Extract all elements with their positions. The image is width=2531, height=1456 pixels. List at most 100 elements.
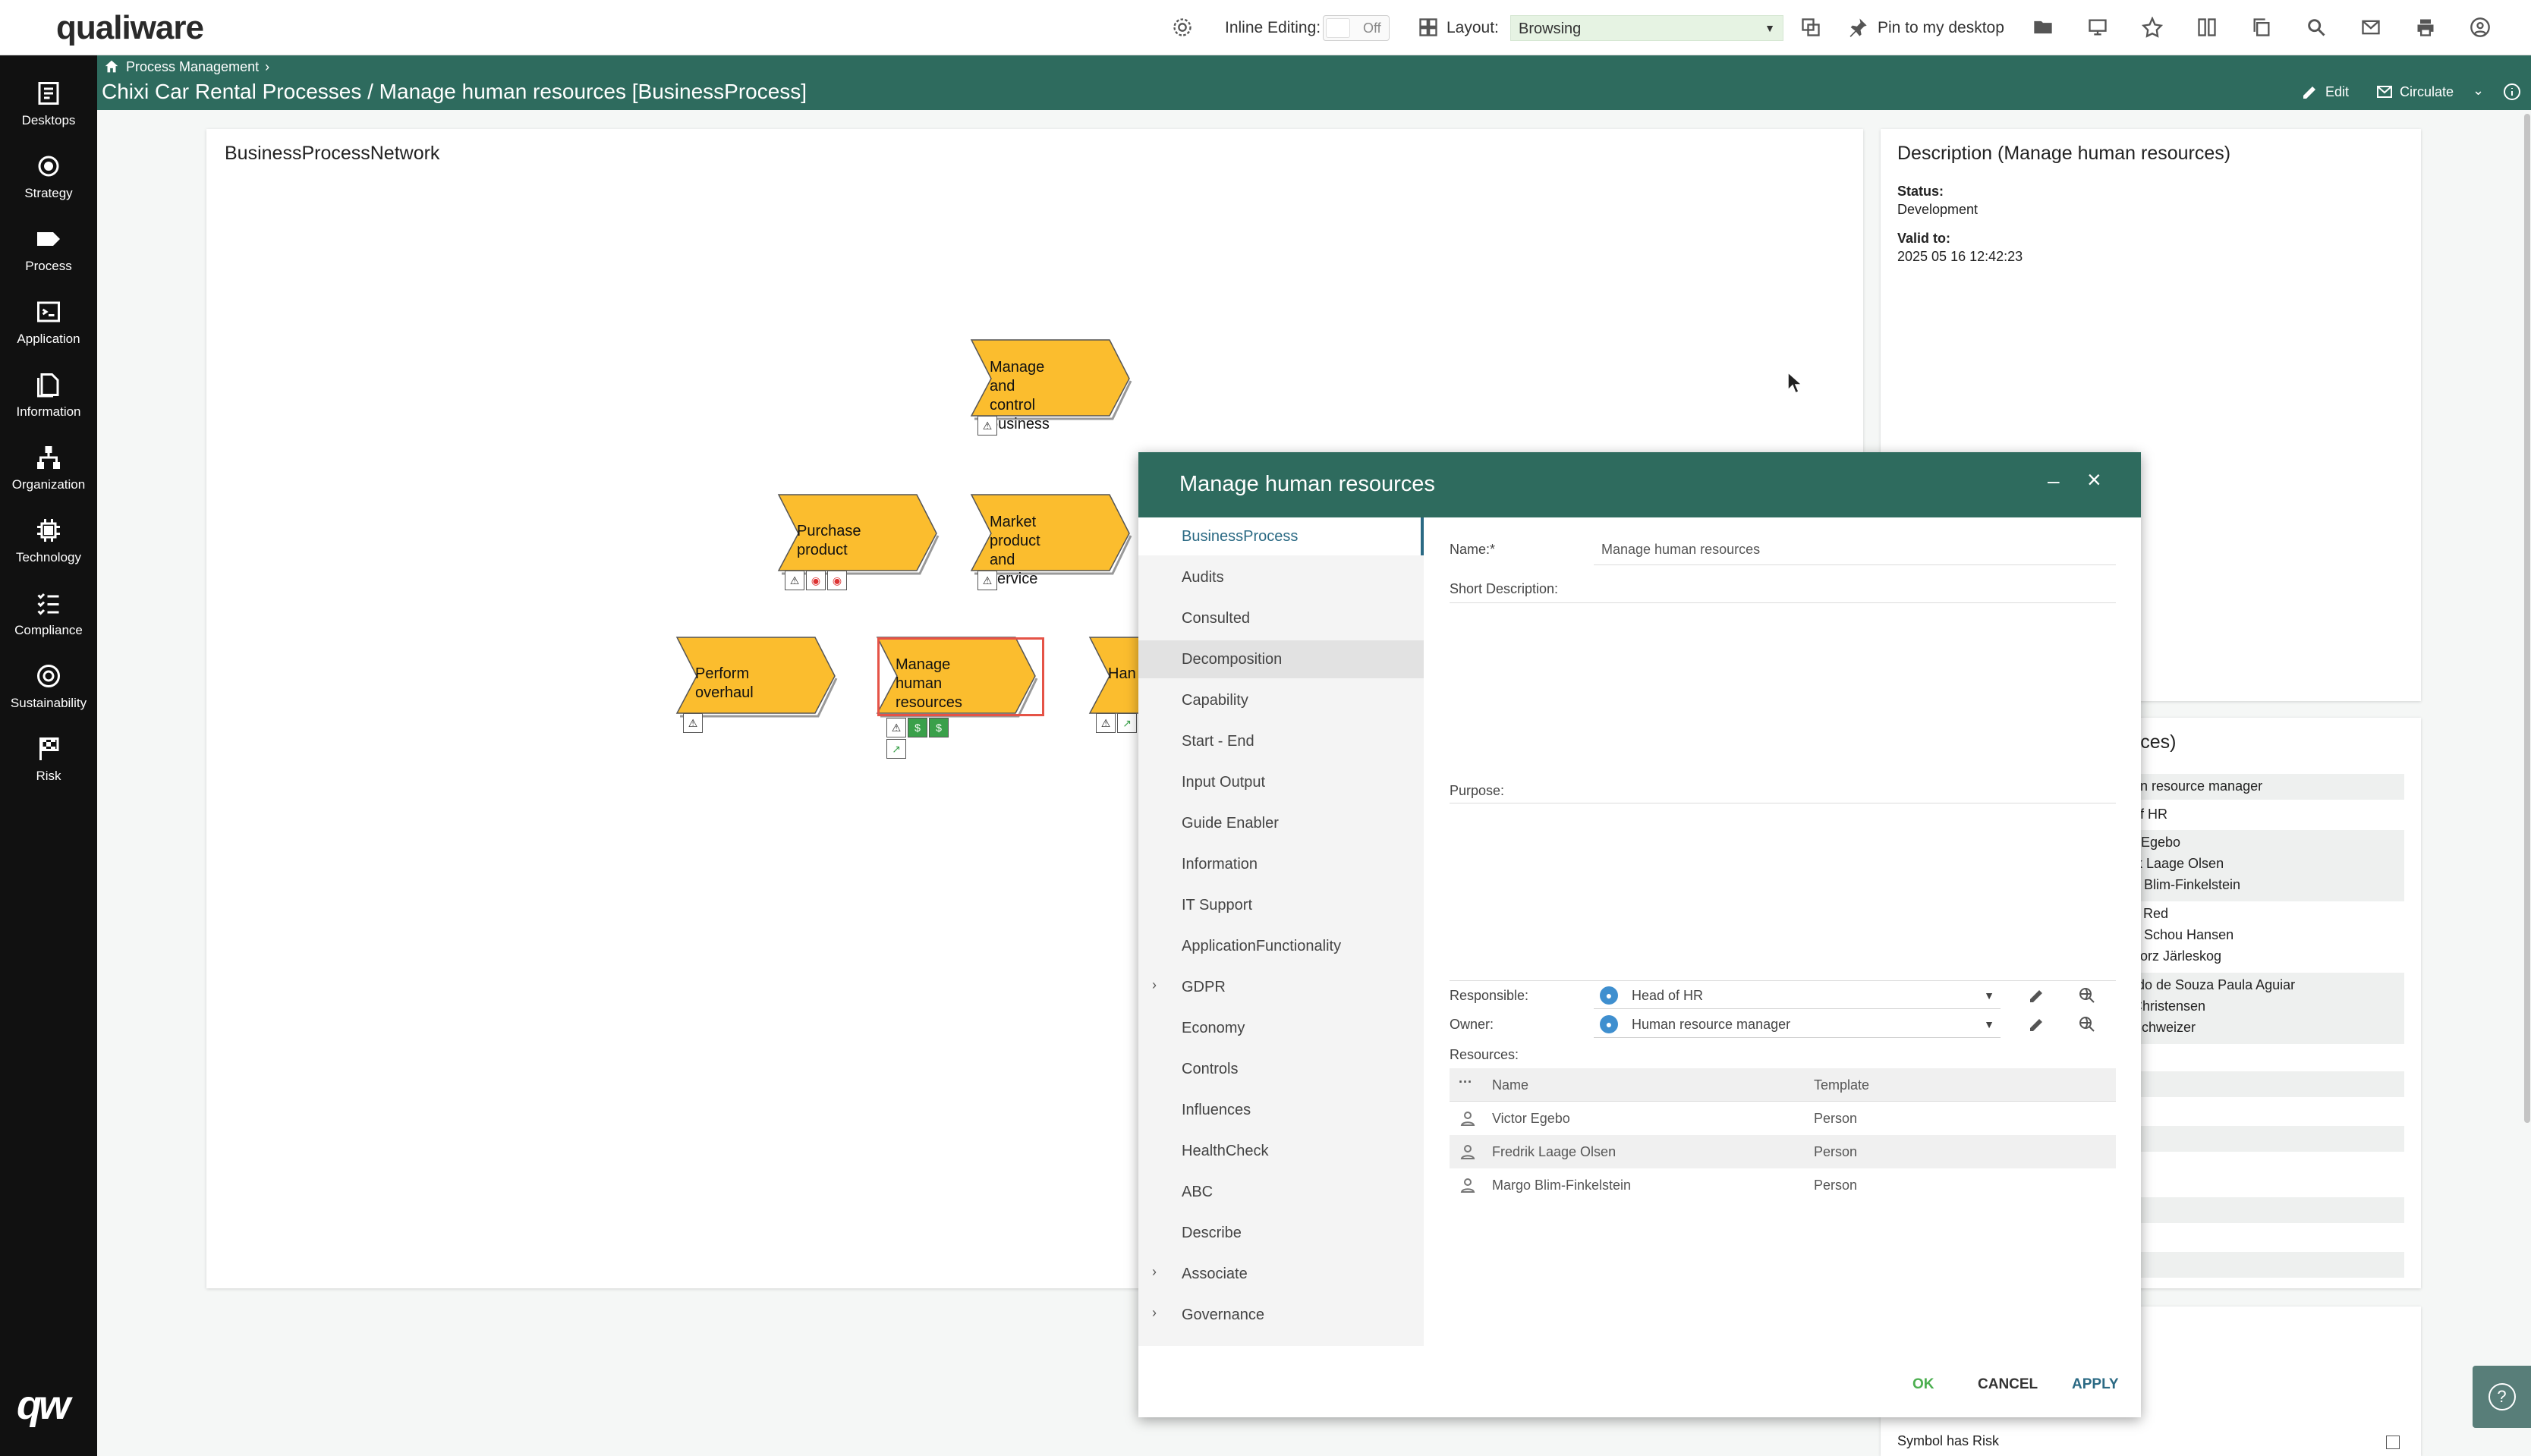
copy-icon[interactable] bbox=[2248, 14, 2275, 41]
star-icon[interactable] bbox=[2139, 14, 2166, 41]
responsible-select[interactable]: ● Head of HR ▼ bbox=[1594, 983, 2001, 1009]
risk-target-icon[interactable]: ◉ bbox=[827, 571, 847, 590]
tab-input-output[interactable]: Input Output bbox=[1138, 763, 1424, 801]
table-header: ··· Name Template bbox=[1450, 1068, 2116, 1102]
cost-icon[interactable]: $ bbox=[908, 718, 927, 737]
chevron-down-icon[interactable]: ⌄ bbox=[2473, 83, 2484, 99]
tab-decomposition[interactable]: Decomposition bbox=[1138, 640, 1424, 678]
ok-button[interactable]: OK bbox=[1912, 1376, 1934, 1393]
tab-describe[interactable]: Describe bbox=[1138, 1214, 1424, 1252]
tab-gdpr[interactable]: › GDPR bbox=[1138, 968, 1424, 1006]
inline-editing-toggle[interactable]: Off bbox=[1323, 15, 1390, 41]
tab-it-support[interactable]: IT Support bbox=[1138, 886, 1424, 924]
tab-start-end[interactable]: Start - End bbox=[1138, 722, 1424, 760]
name-field[interactable]: Manage human resources bbox=[1601, 542, 1760, 558]
compare-icon[interactable] bbox=[1797, 14, 1824, 41]
table-row[interactable]: Victor Egebo Person bbox=[1450, 1102, 2116, 1135]
globe-search-icon[interactable] bbox=[2076, 985, 2098, 1006]
info-icon[interactable] bbox=[2503, 83, 2521, 101]
help-button[interactable]: ? bbox=[2473, 1366, 2531, 1428]
globe-search-icon[interactable] bbox=[2076, 1014, 2098, 1035]
edit-owner-icon[interactable] bbox=[2026, 1014, 2048, 1035]
org-chart-icon[interactable]: ⚠ bbox=[1096, 713, 1116, 733]
page-scrollbar[interactable] bbox=[2524, 114, 2530, 1123]
nav-item-technology[interactable]: Technology bbox=[0, 508, 97, 580]
minimize-icon[interactable]: – bbox=[2048, 469, 2060, 493]
tab-capability[interactable]: Capability bbox=[1138, 681, 1424, 719]
resource-entry: o Blim-Finkelstein bbox=[2133, 877, 2241, 892]
tab-influences[interactable]: Influences bbox=[1138, 1091, 1424, 1129]
nav-item-compliance[interactable]: Compliance bbox=[0, 580, 97, 653]
settings-icon[interactable] bbox=[1169, 14, 1196, 41]
nav-item-sustainability[interactable]: Sustainability bbox=[0, 653, 97, 726]
pin-to-desktop-button[interactable]: Pin to my desktop bbox=[1878, 0, 2004, 55]
process-label: Market product and service bbox=[990, 514, 1040, 587]
home-icon[interactable] bbox=[103, 58, 120, 75]
tab-healthcheck[interactable]: HealthCheck bbox=[1138, 1132, 1424, 1170]
tab-audits[interactable]: Audits bbox=[1138, 558, 1424, 596]
risk-target-icon[interactable]: ◉ bbox=[806, 571, 826, 590]
pin-icon[interactable] bbox=[1844, 14, 1871, 41]
nav-item-process[interactable]: Process bbox=[0, 216, 97, 289]
edit-dialog: Manage human resources – × BusinessProce… bbox=[1138, 452, 2141, 1417]
breadcrumb-link[interactable]: Process Management bbox=[126, 59, 259, 75]
nav-label: Compliance bbox=[14, 623, 83, 637]
close-icon[interactable]: × bbox=[2087, 466, 2101, 494]
org-chart-icon[interactable]: ⚠ bbox=[683, 713, 703, 733]
chevron-down-icon: ▼ bbox=[1764, 22, 1775, 34]
layout-select[interactable]: Browsing ▼ bbox=[1510, 15, 1783, 41]
edit-button[interactable]: Edit bbox=[2301, 83, 2349, 101]
org-chart-icon[interactable]: ⚠ bbox=[977, 416, 997, 436]
short-description-textarea[interactable] bbox=[1450, 605, 2116, 763]
user-account-icon[interactable] bbox=[2466, 14, 2494, 41]
nav-item-application[interactable]: Application bbox=[0, 289, 97, 362]
dialog-header[interactable]: Manage human resources – × bbox=[1138, 452, 2141, 517]
column-menu-icon[interactable]: ··· bbox=[1459, 1074, 1472, 1090]
nav-item-risk[interactable]: Risk bbox=[0, 726, 97, 799]
org-chart-icon[interactable]: ⚠ bbox=[977, 571, 997, 590]
edit-responsible-icon[interactable] bbox=[2026, 985, 2048, 1006]
cancel-button[interactable]: CANCEL bbox=[1978, 1376, 2038, 1393]
resource-entry: gorz Järleskog bbox=[2133, 948, 2222, 964]
org-chart-icon[interactable]: ⚠ bbox=[785, 571, 804, 590]
table-row[interactable]: Fredrik Laage Olsen Person bbox=[1450, 1135, 2116, 1168]
column-template[interactable]: Template bbox=[1814, 1077, 1869, 1093]
tab-application-functionality[interactable]: ApplicationFunctionality bbox=[1138, 927, 1424, 965]
apply-button[interactable]: APPLY bbox=[2072, 1376, 2119, 1393]
tab-governance[interactable]: › Governance bbox=[1138, 1296, 1424, 1334]
tab-associate[interactable]: › Associate bbox=[1138, 1255, 1424, 1293]
person-icon bbox=[1460, 1178, 1475, 1193]
symbol-has-risk-checkbox[interactable] bbox=[2386, 1436, 2400, 1449]
column-name[interactable]: Name bbox=[1492, 1077, 1528, 1093]
tab-guide-enabler[interactable]: Guide Enabler bbox=[1138, 804, 1424, 842]
circulate-button[interactable]: Circulate bbox=[2375, 83, 2454, 101]
folder-icon[interactable] bbox=[2029, 14, 2057, 41]
nav-item-desktops[interactable]: Desktops bbox=[0, 71, 97, 143]
nav-item-strategy[interactable]: Strategy bbox=[0, 143, 97, 216]
nav-item-organization[interactable]: Organization bbox=[0, 435, 97, 508]
purpose-textarea[interactable] bbox=[1450, 804, 2116, 971]
link-icon[interactable]: ↗ bbox=[886, 739, 906, 759]
mail-icon[interactable] bbox=[2357, 14, 2385, 41]
short-description-field[interactable] bbox=[1450, 602, 2116, 603]
tab-information[interactable]: Information bbox=[1138, 845, 1424, 883]
pencil-icon bbox=[2303, 86, 2315, 99]
risk-icon bbox=[39, 737, 59, 760]
columns-icon[interactable] bbox=[2193, 14, 2221, 41]
tab-abc[interactable]: ABC bbox=[1138, 1173, 1424, 1211]
qualiware-logo[interactable]: qualiware bbox=[56, 9, 204, 47]
tab-consulted[interactable]: Consulted bbox=[1138, 599, 1424, 637]
print-icon[interactable] bbox=[2412, 14, 2439, 41]
tab-businessprocess[interactable]: BusinessProcess bbox=[1138, 517, 1424, 555]
search-icon[interactable] bbox=[2303, 14, 2330, 41]
tab-controls[interactable]: Controls bbox=[1138, 1050, 1424, 1088]
monitor-icon[interactable] bbox=[2084, 14, 2111, 41]
org-chart-icon[interactable]: ⚠ bbox=[886, 718, 906, 737]
person-icon bbox=[1460, 1112, 1475, 1126]
owner-select[interactable]: ● Human resource manager ▼ bbox=[1594, 1012, 2001, 1038]
cost-icon[interactable]: $ bbox=[929, 718, 949, 737]
link-icon[interactable]: ↗ bbox=[1117, 713, 1137, 733]
nav-item-information[interactable]: Information bbox=[0, 362, 97, 435]
tab-economy[interactable]: Economy bbox=[1138, 1009, 1424, 1047]
table-row[interactable]: Margo Blim-Finkelstein Person bbox=[1450, 1168, 2116, 1202]
